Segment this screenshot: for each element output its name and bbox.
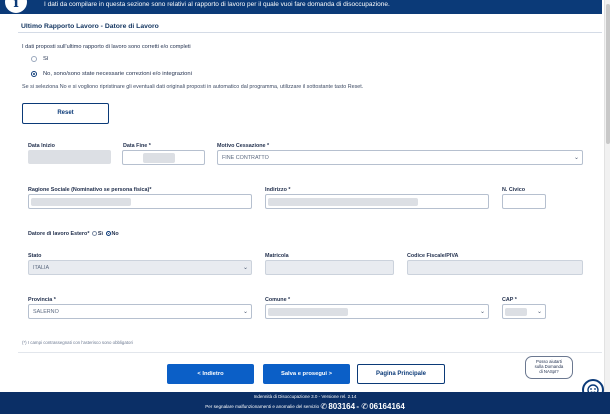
reset-hint: Se si seleziona No e si vogliono riprist… (22, 84, 364, 90)
footer-contacts: Per segnalare malfunzionamenti e anomali… (0, 402, 610, 411)
data-fine-label: Data Fine * (123, 143, 151, 149)
radio-no-circle[interactable] (31, 71, 37, 77)
chevron-down-icon: ⌄ (536, 308, 542, 315)
footer-phone-2: 06164164 (369, 402, 405, 411)
scrollbar[interactable] (604, 0, 610, 392)
matricola-field[interactable] (265, 260, 394, 275)
radio-yes-label: Sì (43, 56, 49, 62)
comune-select[interactable]: ⌄ (265, 304, 489, 319)
motivo-label: Motivo Cessazione * (217, 143, 270, 149)
provincia-value: SALERNO (33, 308, 59, 315)
data-fine-field[interactable] (122, 150, 205, 165)
radio-yes[interactable]: Sì (31, 56, 48, 62)
info-banner: i I dati da compilare in questa sezione … (0, 0, 602, 14)
back-button[interactable]: < Indietro (167, 364, 254, 384)
chevron-down-icon: ⌄ (242, 308, 248, 315)
correctness-question: I dati proposti sull'ultimo rapporto di … (22, 44, 191, 50)
stato-value: ITALIA (33, 264, 50, 271)
provincia-select[interactable]: SALERNO ⌄ (28, 304, 252, 319)
matricola-label: Matricola (265, 253, 289, 259)
divider (18, 352, 602, 353)
info-banner-text: I dati da compilare in questa sezione so… (44, 1, 390, 8)
chevron-down-icon: ⌄ (573, 154, 579, 161)
indirizzo-value (268, 198, 418, 206)
footer-phone-1: 803164 (328, 402, 356, 411)
help-bubble[interactable]: Posso aiutarti sulla Domanda di NASpI? (525, 356, 573, 379)
cap-value (505, 308, 527, 316)
civico-field[interactable] (502, 194, 546, 209)
data-inizio-label: Data Inizio (28, 143, 55, 149)
scrollbar-thumb[interactable] (606, 4, 610, 144)
stato-select[interactable]: ITALIA ⌄ (28, 260, 252, 275)
cap-label: CAP * (502, 297, 517, 303)
ragione-sociale-label: Ragione Sociale (Nominativo se persona f… (28, 187, 152, 193)
radio-yes-circle[interactable] (31, 56, 37, 62)
ragione-sociale-value (31, 198, 131, 206)
stato-label: Stato (28, 253, 42, 259)
estero-label: Datore di lavoro Estero* (28, 231, 90, 237)
save-continue-button[interactable]: Salva e prosegui > (263, 364, 350, 384)
help-text-3: di NASpI? (539, 369, 559, 375)
data-inizio-field[interactable] (28, 150, 111, 164)
data-fine-value (143, 153, 175, 163)
section-title: Ultimo Rapporto Lavoro - Datore di Lavor… (21, 23, 159, 30)
civico-label: N. Civico (502, 187, 526, 193)
phone-icon: ✆ (320, 402, 328, 411)
estero-si-radio[interactable] (91, 231, 97, 237)
phone-icon-2: ✆ (361, 402, 368, 411)
motivo-select[interactable]: FINE CONTRATTO ⌄ (217, 150, 583, 165)
motivo-value: FINE CONTRATTO (222, 154, 269, 161)
estero-no-label: No (111, 231, 119, 237)
reset-button[interactable]: Reset (22, 103, 109, 124)
chevron-down-icon: ⌄ (479, 308, 485, 315)
footer-version: Indennità di Disoccupazione 3.0 - Versio… (253, 394, 357, 399)
cap-select[interactable]: ⌄ (502, 304, 546, 319)
footer-report-text: Per segnalare malfunzionamenti e anomali… (205, 404, 320, 409)
codice-fiscale-field[interactable] (407, 260, 583, 275)
footer: Indennità di Disoccupazione 3.0 - Versio… (0, 392, 610, 414)
indirizzo-field[interactable] (265, 194, 489, 209)
estero-no-radio[interactable] (105, 231, 111, 237)
ragione-sociale-field[interactable] (28, 194, 252, 209)
comune-label: Comune * (265, 297, 291, 303)
chevron-down-icon: ⌄ (242, 264, 248, 271)
comune-value (268, 308, 348, 316)
estero-si-label: Sì (97, 231, 104, 237)
radio-no[interactable]: No, sono/sono state necessarie correzion… (31, 71, 192, 77)
estero-group: Datore di lavoro Estero* Sì No (28, 231, 119, 237)
indirizzo-label: Indirizzo * (265, 187, 291, 193)
home-page-button[interactable]: Pagina Principale (357, 364, 445, 384)
codice-fiscale-label: Codice Fiscale/PIVA (407, 253, 459, 259)
provincia-label: Provincia * (28, 297, 56, 303)
info-icon: i (5, 0, 27, 13)
section-header: Ultimo Rapporto Lavoro - Datore di Lavor… (18, 21, 602, 33)
mandatory-note: (*) I campi contrassegnati con l'asteris… (22, 340, 133, 345)
radio-no-label: No, sono/sono state necessarie correzion… (43, 71, 192, 77)
